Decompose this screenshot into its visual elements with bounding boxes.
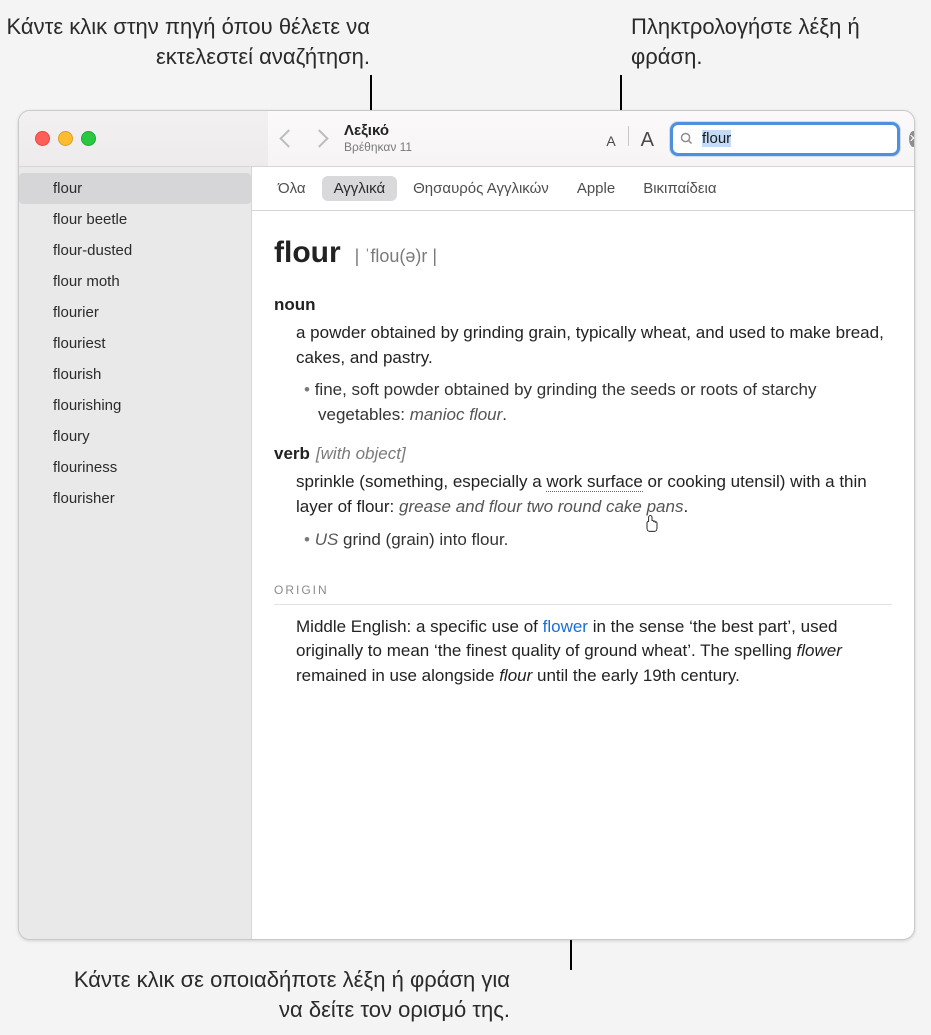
sidebar: flour flour beetle flour-dusted flour mo… (19, 167, 252, 940)
source-tab-apple[interactable]: Apple (565, 176, 627, 201)
callout-lead-line (620, 75, 622, 115)
main-pane: Όλα Αγγλικά Θησαυρός Αγγλικών Apple Βικι… (252, 167, 914, 940)
source-tabs: Όλα Αγγλικά Θησαυρός Αγγλικών Apple Βικι… (252, 167, 914, 211)
sidebar-item[interactable]: floury (19, 421, 251, 452)
dictionary-window: Λεξικό Βρέθηκαν 11 A A ✕ flour f (18, 110, 915, 940)
definition-text[interactable]: a powder obtained by grinding grain, typ… (296, 321, 892, 370)
sub-definition-text: fine, soft powder obtained by grinding t… (315, 380, 817, 424)
pronunciation: | ˈflou(ə)r | (355, 243, 437, 269)
nav-buttons (282, 132, 326, 145)
decrease-font-button[interactable]: A (606, 133, 615, 149)
increase-font-button[interactable]: A (641, 129, 654, 152)
window-title-block: Λεξικό Βρέθηκαν 11 (344, 122, 412, 154)
headword: flour (274, 231, 341, 275)
clear-search-button[interactable]: ✕ (909, 131, 915, 147)
origin-text[interactable]: Middle English: a specific use of flower… (296, 615, 892, 689)
search-input[interactable] (700, 129, 903, 148)
definition-content: flour | ˈflou(ə)r | noun a powder obtain… (252, 211, 914, 940)
sidebar-item[interactable]: flouriness (19, 452, 251, 483)
origin-link[interactable]: flower (543, 617, 588, 636)
lookup-term[interactable]: work surface (546, 472, 642, 492)
font-size-controls: A A (606, 126, 660, 152)
divider (628, 126, 629, 146)
source-tab-wikipedia[interactable]: Βικιπαίδεια (631, 176, 728, 201)
definition-text[interactable]: sprinkle (something, especially a work s… (296, 470, 892, 519)
grammar-note: [with object] (316, 444, 406, 463)
source-tab-thesaurus[interactable]: Θησαυρός Αγγλικών (401, 176, 561, 201)
sidebar-item[interactable]: flourier (19, 297, 251, 328)
forward-button[interactable] (313, 132, 326, 145)
sidebar-item[interactable]: flourish (19, 359, 251, 390)
close-window-button[interactable] (35, 131, 50, 146)
toolbar: Λεξικό Βρέθηκαν 11 A A ✕ (268, 111, 914, 166)
back-button[interactable] (282, 132, 295, 145)
sub-definition[interactable]: US grind (grain) into flour. (304, 528, 892, 553)
example-text: manioc flour (410, 405, 503, 424)
sidebar-item[interactable]: flour-dusted (19, 235, 251, 266)
minimize-window-button[interactable] (58, 131, 73, 146)
sidebar-item[interactable]: flourisher (19, 483, 251, 514)
part-of-speech-noun: noun (274, 293, 892, 318)
part-of-speech-verb: verb[with object] (274, 442, 892, 467)
example-text: grease and flour two round cake pans (399, 497, 683, 516)
origin-heading: ORIGIN (274, 582, 892, 604)
search-field[interactable]: ✕ (670, 122, 900, 156)
sub-definition[interactable]: fine, soft powder obtained by grinding t… (304, 378, 892, 427)
sidebar-item[interactable]: flourishing (19, 390, 251, 421)
callout-click-word: Κάντε κλικ σε οποιαδήποτε λέξη ή φράση γ… (70, 965, 510, 1025)
window-title: Λεξικό (344, 122, 412, 139)
callout-sources: Κάντε κλικ στην πηγή όπου θέλετε να εκτε… (0, 12, 370, 72)
titlebar: Λεξικό Βρέθηκαν 11 A A ✕ (19, 111, 914, 167)
search-icon (679, 131, 694, 146)
sidebar-item[interactable]: flour beetle (19, 204, 251, 235)
source-tab-all[interactable]: Όλα (266, 176, 318, 201)
sidebar-item[interactable]: flour (19, 173, 251, 204)
sidebar-item[interactable]: flour moth (19, 266, 251, 297)
source-tab-english[interactable]: Αγγλικά (322, 176, 398, 201)
window-subtitle: Βρέθηκαν 11 (344, 140, 412, 155)
callout-search: Πληκτρολογήστε λέξη ή φράση. (631, 12, 891, 72)
region-label: US (315, 530, 339, 549)
zoom-window-button[interactable] (81, 131, 96, 146)
sidebar-item[interactable]: flouriest (19, 328, 251, 359)
window-controls (19, 111, 268, 166)
